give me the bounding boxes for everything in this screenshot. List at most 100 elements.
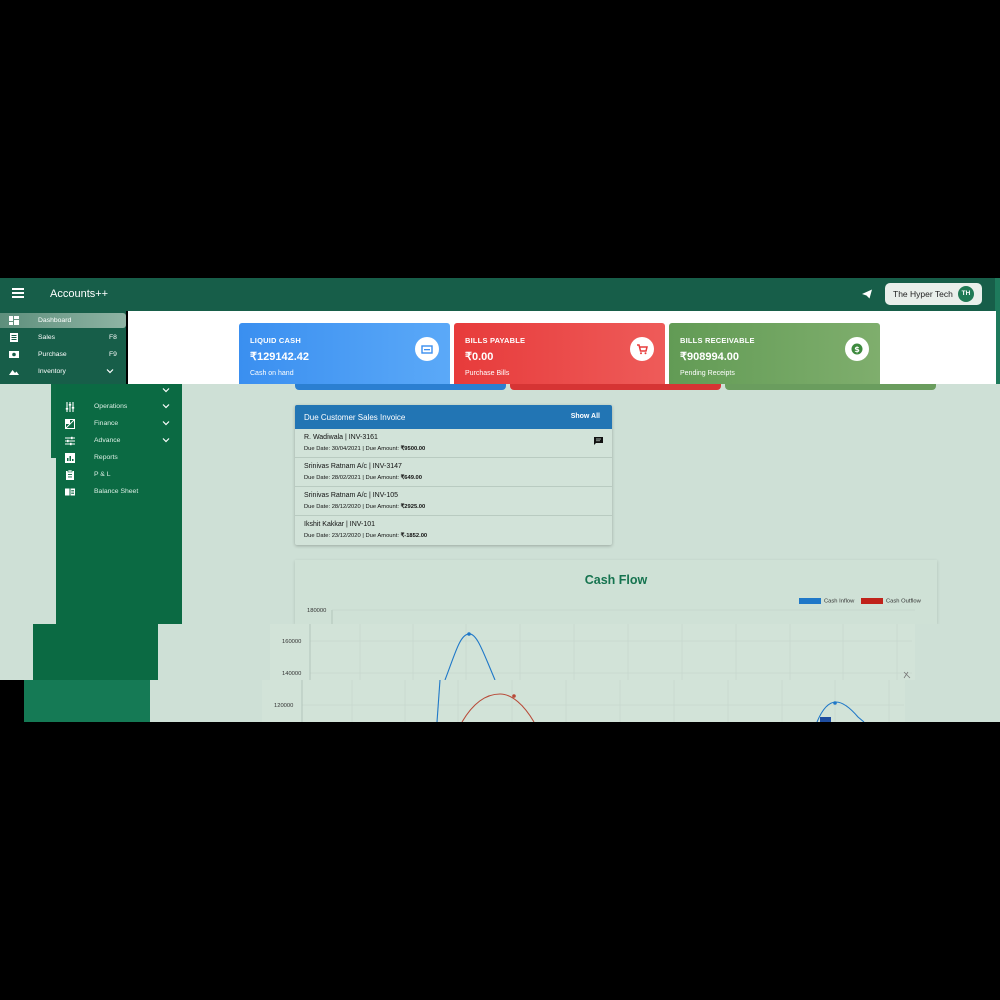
chart-slice-2: 120000 <box>24 680 1000 722</box>
shortcut-label: F9 <box>109 351 117 358</box>
y-tick-label: 180000 <box>307 608 326 614</box>
clipboard-icon <box>66 470 74 480</box>
list-item[interactable]: Srinivas Ratnam A/c | INV-105 Due Date: … <box>295 487 612 516</box>
message-icon[interactable] <box>594 437 603 445</box>
sidebar-item-label: Inventory <box>38 368 66 375</box>
sidebar-item-sales[interactable]: Sales F8 <box>0 330 126 345</box>
liquid-cash-card[interactable]: LIQUID CASH ₹129142.42 Cash on hand <box>239 323 450 384</box>
sidebar-item-label: P & L <box>94 471 111 478</box>
inflow-series-line <box>436 680 441 722</box>
svg-text:$: $ <box>854 345 860 354</box>
landscape-icon <box>9 370 19 375</box>
outflow-series-line <box>461 693 535 722</box>
card-value: ₹908994.00 <box>680 351 739 363</box>
inflow-point <box>467 632 471 636</box>
sidebar-item-inventory[interactable]: Inventory <box>0 364 126 379</box>
y-tick-label: 140000 <box>282 671 301 677</box>
book-icon <box>65 488 75 496</box>
sidebar-lower: Operations Finance Advance Reports P & L… <box>56 384 182 624</box>
chevron-down-icon[interactable] <box>162 436 170 444</box>
cash-flow-card: Cash Flow Cash Inflow Cash Outflow 18000… <box>295 560 937 624</box>
sidebar-item-purchase[interactable]: Purchase F9 <box>0 347 126 362</box>
inflow-point <box>833 701 837 705</box>
sidebar-item-label: Sales <box>38 334 56 341</box>
invoice-party: Srinivas Ratnam A/c | INV-105 <box>304 492 399 499</box>
dollar-icon: $ <box>845 337 869 361</box>
list-item[interactable]: Ikshit Kakkar | INV-101 Due Date: 23/12/… <box>295 516 612 545</box>
menu-icon[interactable] <box>12 288 24 300</box>
sidebar-item-label: Finance <box>94 420 119 427</box>
sidebar-item-advance[interactable]: Advance <box>56 432 182 449</box>
finance-icon <box>65 419 75 429</box>
cash-flow-plot: 160000 140000 <box>282 624 912 680</box>
chevron-down-icon[interactable] <box>162 419 170 427</box>
receipt-icon <box>10 333 18 342</box>
card-title: BILLS RECEIVABLE <box>680 336 755 345</box>
cart-icon <box>630 337 654 361</box>
sidebar-item-label: Reports <box>94 454 118 461</box>
card-edge-strip <box>510 384 721 390</box>
sidebar-item-dashboard[interactable]: Dashboard <box>0 313 126 328</box>
user-menu-button[interactable]: The Hyper Tech TH <box>885 283 982 305</box>
chevron-down-icon[interactable] <box>106 367 114 375</box>
card-value: ₹0.00 <box>465 351 494 363</box>
card-title: LIQUID CASH <box>250 336 301 345</box>
sidebar-item-balance-sheet[interactable]: Balance Sheet <box>56 483 182 500</box>
dashboard-icon <box>9 316 19 325</box>
invoice-party: R. Wadiwala | INV-3161 <box>304 434 378 441</box>
list-item[interactable]: Srinivas Ratnam A/c | INV-3147 Due Date:… <box>295 458 612 487</box>
card-edge-strip <box>725 384 936 390</box>
invoice-due: Due Date: 23/12/2020 | Due Amount: ₹-185… <box>304 533 428 539</box>
sidebar-item-label: Operations <box>94 403 128 410</box>
y-tick-label: 160000 <box>282 639 301 645</box>
tune-icon <box>65 436 75 446</box>
sidebar-item-p-and-l[interactable]: P & L <box>56 466 182 483</box>
invoice-due: Due Date: 28/12/2020 | Due Amount: ₹2925… <box>304 504 426 510</box>
bills-payable-card[interactable]: BILLS PAYABLE ₹0.00 Purchase Bills <box>454 323 665 384</box>
sidebar-item-label: Advance <box>94 437 121 444</box>
money-icon <box>9 351 19 358</box>
app-title: Accounts++ <box>50 288 109 300</box>
invoice-amount: ₹9500.00 <box>400 446 426 452</box>
avatar: TH <box>958 286 974 302</box>
wallet-icon <box>415 337 439 361</box>
app-bar: Accounts++ The Hyper Tech TH <box>0 278 995 311</box>
list-item[interactable]: R. Wadiwala | INV-3161 Due Date: 30/04/2… <box>295 429 612 458</box>
invoice-party: Srinivas Ratnam A/c | INV-3147 <box>304 463 402 470</box>
sidebar-item-label: Dashboard <box>38 317 72 324</box>
sidebar-item-label: Balance Sheet <box>94 488 139 495</box>
sidebar: Dashboard Sales F8 Purchase F9 Inventory <box>0 311 126 384</box>
invoice-amount: ₹-1852.00 <box>400 533 428 539</box>
card-subtitle: Cash on hand <box>250 370 294 377</box>
outflow-point <box>512 694 516 698</box>
invoice-amount: ₹649.00 <box>400 475 422 481</box>
chart-title: Cash Flow <box>584 573 648 587</box>
y-tick-label: 120000 <box>274 703 293 709</box>
card-subtitle: Purchase Bills <box>465 370 510 377</box>
sidebar-item-reports[interactable]: Reports <box>56 449 182 466</box>
invoice-amount: ₹2925.00 <box>400 504 426 510</box>
invoice-party: Ikshit Kakkar | INV-101 <box>304 521 376 528</box>
sidebar-item-finance[interactable]: Finance <box>56 415 182 432</box>
chevron-down-icon[interactable] <box>162 402 170 410</box>
sidebar-item-operations[interactable]: Operations <box>56 398 182 415</box>
sidebar-item-label: Purchase <box>38 351 67 358</box>
show-all-button[interactable]: Show All <box>571 413 600 420</box>
tooltip-fragment <box>820 717 831 722</box>
invoice-due: Due Date: 28/02/2021 | Due Amount: ₹649.… <box>304 475 422 481</box>
card-edge-strip <box>295 384 506 390</box>
telegram-icon[interactable] <box>861 288 873 300</box>
chevron-down-icon[interactable] <box>162 386 170 394</box>
bills-receivable-card[interactable]: BILLS RECEIVABLE ₹908994.00 Pending Rece… <box>669 323 880 384</box>
due-invoices-panel: Due Customer Sales Invoice Show All R. W… <box>295 405 612 545</box>
card-value: ₹129142.42 <box>250 351 309 363</box>
screen: Accounts++ The Hyper Tech TH LIQUID CASH… <box>0 0 1000 1000</box>
chart-slice-1: 160000 140000 <box>0 624 1000 680</box>
panel-title: Due Customer Sales Invoice <box>304 413 406 422</box>
invoice-due: Due Date: 30/04/2021 | Due Amount: ₹9500… <box>304 446 426 452</box>
shortcut-label: F8 <box>109 334 117 341</box>
card-subtitle: Pending Receipts <box>680 370 735 377</box>
panel-header: Due Customer Sales Invoice Show All <box>295 405 612 429</box>
chart-icon <box>65 453 75 463</box>
user-name: The Hyper Tech <box>893 289 953 299</box>
